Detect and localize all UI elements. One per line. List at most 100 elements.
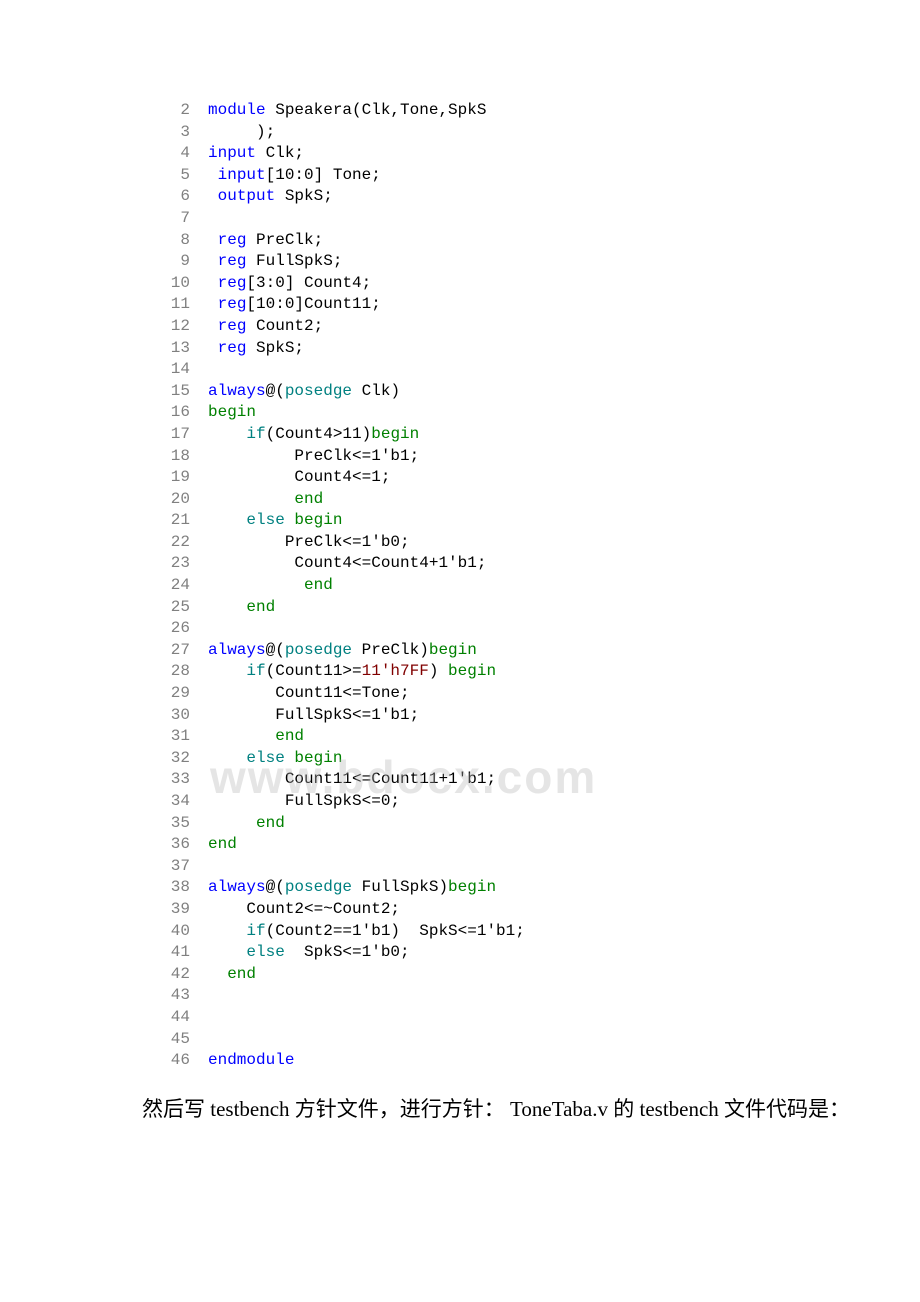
code-line: 29 Count11<=Tone; <box>150 683 920 705</box>
line-number: 38 <box>150 877 208 899</box>
code-line: 41 else SpkS<=1'b0; <box>150 942 920 964</box>
line-number: 42 <box>150 964 208 986</box>
code-content: if(Count11>=11'h7FF) begin <box>208 661 496 683</box>
code-line: 13 reg SpkS; <box>150 338 920 360</box>
code-line: 44 <box>150 1007 920 1029</box>
code-content: Count4<=1; <box>208 467 390 489</box>
code-content: reg FullSpkS; <box>208 251 342 273</box>
line-number: 2 <box>150 100 208 122</box>
code-content: else begin <box>208 748 342 770</box>
code-content: input[10:0] Tone; <box>208 165 381 187</box>
line-number: 13 <box>150 338 208 360</box>
code-line: 26 <box>150 618 920 640</box>
code-line: 37 <box>150 856 920 878</box>
code-content: PreClk<=1'b0; <box>208 532 410 554</box>
code-line: 6 output SpkS; <box>150 186 920 208</box>
code-line: 2module Speakera(Clk,Tone,SpkS <box>150 100 920 122</box>
code-content: end <box>208 834 237 856</box>
code-content: else SpkS<=1'b0; <box>208 942 410 964</box>
line-number: 34 <box>150 791 208 813</box>
line-number: 37 <box>150 856 208 878</box>
code-line: 17 if(Count4>11)begin <box>150 424 920 446</box>
code-content: always@(posedge Clk) <box>208 381 400 403</box>
code-content: Count4<=Count4+1'b1; <box>208 553 486 575</box>
code-block: 2module Speakera(Clk,Tone,SpkS3 );4input… <box>0 0 920 1072</box>
code-line: 22 PreClk<=1'b0; <box>150 532 920 554</box>
code-content: begin <box>208 402 256 424</box>
line-number: 36 <box>150 834 208 856</box>
code-content: reg[3:0] Count4; <box>208 273 371 295</box>
code-content: always@(posedge FullSpkS)begin <box>208 877 496 899</box>
code-line: 36end <box>150 834 920 856</box>
code-content: output SpkS; <box>208 186 333 208</box>
code-line: 16begin <box>150 402 920 424</box>
line-number: 15 <box>150 381 208 403</box>
code-line: 11 reg[10:0]Count11; <box>150 294 920 316</box>
code-content: Count2<=~Count2; <box>208 899 400 921</box>
code-content: end <box>208 726 304 748</box>
line-number: 46 <box>150 1050 208 1072</box>
code-content: endmodule <box>208 1050 294 1072</box>
line-number: 6 <box>150 186 208 208</box>
line-number: 4 <box>150 143 208 165</box>
code-content: if(Count4>11)begin <box>208 424 419 446</box>
code-line: 12 reg Count2; <box>150 316 920 338</box>
code-line: 46endmodule <box>150 1050 920 1072</box>
code-content: input Clk; <box>208 143 304 165</box>
code-line: 5 input[10:0] Tone; <box>150 165 920 187</box>
code-content: end <box>208 964 256 986</box>
code-line: 15always@(posedge Clk) <box>150 381 920 403</box>
line-number: 14 <box>150 359 208 381</box>
code-content: ); <box>208 122 275 144</box>
line-number: 44 <box>150 1007 208 1029</box>
line-number: 7 <box>150 208 208 230</box>
line-number: 28 <box>150 661 208 683</box>
code-content: end <box>208 813 285 835</box>
code-line: 30 FullSpkS<=1'b1; <box>150 705 920 727</box>
code-line: 10 reg[3:0] Count4; <box>150 273 920 295</box>
code-content: end <box>208 575 333 597</box>
line-number: 5 <box>150 165 208 187</box>
line-number: 23 <box>150 553 208 575</box>
line-number: 27 <box>150 640 208 662</box>
code-line: 31 end <box>150 726 920 748</box>
line-number: 40 <box>150 921 208 943</box>
code-line: 23 Count4<=Count4+1'b1; <box>150 553 920 575</box>
line-number: 24 <box>150 575 208 597</box>
code-content: FullSpkS<=0; <box>208 791 400 813</box>
line-number: 31 <box>150 726 208 748</box>
line-number: 3 <box>150 122 208 144</box>
code-line: 28 if(Count11>=11'h7FF) begin <box>150 661 920 683</box>
line-number: 43 <box>150 985 208 1007</box>
line-number: 21 <box>150 510 208 532</box>
line-number: 30 <box>150 705 208 727</box>
code-line: 18 PreClk<=1'b1; <box>150 446 920 468</box>
code-content: reg PreClk; <box>208 230 323 252</box>
code-line: 45 <box>150 1029 920 1051</box>
code-line: 27always@(posedge PreClk)begin <box>150 640 920 662</box>
code-line: 20 end <box>150 489 920 511</box>
code-content: Count11<=Tone; <box>208 683 410 705</box>
code-content: end <box>208 597 275 619</box>
line-number: 8 <box>150 230 208 252</box>
line-number: 19 <box>150 467 208 489</box>
code-line: 25 end <box>150 597 920 619</box>
line-number: 26 <box>150 618 208 640</box>
code-line: 4input Clk; <box>150 143 920 165</box>
line-number: 39 <box>150 899 208 921</box>
line-number: 18 <box>150 446 208 468</box>
line-number: 25 <box>150 597 208 619</box>
line-number: 35 <box>150 813 208 835</box>
code-line: 33 Count11<=Count11+1'b1; <box>150 769 920 791</box>
code-line: 42 end <box>150 964 920 986</box>
code-content: else begin <box>208 510 342 532</box>
line-number: 16 <box>150 402 208 424</box>
code-content: module Speakera(Clk,Tone,SpkS <box>208 100 486 122</box>
line-number: 32 <box>150 748 208 770</box>
code-line: 3 ); <box>150 122 920 144</box>
code-content: end <box>208 489 323 511</box>
code-content: reg Count2; <box>208 316 323 338</box>
code-line: 39 Count2<=~Count2; <box>150 899 920 921</box>
line-number: 11 <box>150 294 208 316</box>
line-number: 10 <box>150 273 208 295</box>
